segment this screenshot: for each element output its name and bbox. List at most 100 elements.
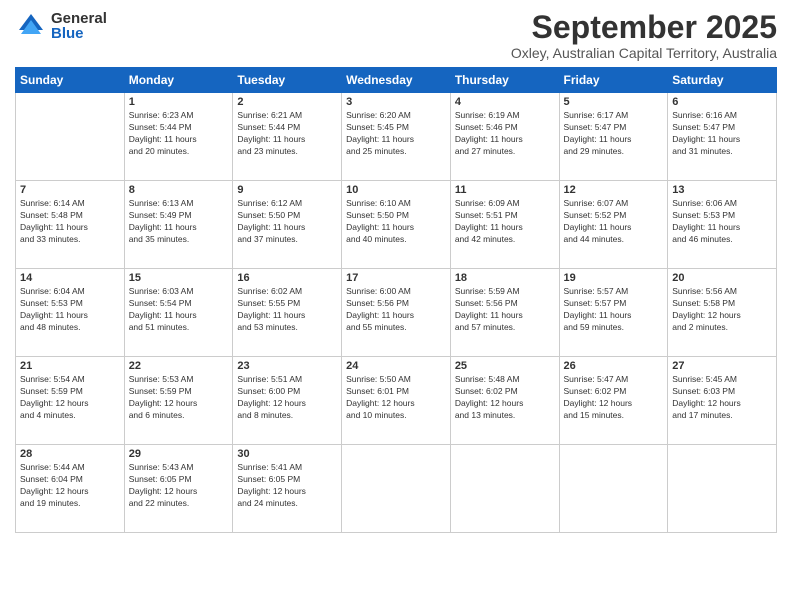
page: General Blue September 2025 Oxley, Austr… [0, 0, 792, 612]
day-number: 22 [129, 360, 229, 372]
day-number: 24 [346, 360, 446, 372]
day-info: Sunrise: 5:44 AM Sunset: 6:04 PM Dayligh… [20, 462, 120, 510]
day-info: Sunrise: 6:14 AM Sunset: 5:48 PM Dayligh… [20, 198, 120, 246]
day-info: Sunrise: 6:13 AM Sunset: 5:49 PM Dayligh… [129, 198, 229, 246]
table-row: 8 Sunrise: 6:13 AM Sunset: 5:49 PM Daylig… [124, 181, 233, 269]
day-info: Sunrise: 5:43 AM Sunset: 6:05 PM Dayligh… [129, 462, 229, 510]
table-row: 1 Sunrise: 6:23 AM Sunset: 5:44 PM Daylig… [124, 93, 233, 181]
day-info: Sunrise: 5:56 AM Sunset: 5:58 PM Dayligh… [672, 286, 772, 334]
table-row: 7 Sunrise: 6:14 AM Sunset: 5:48 PM Daylig… [16, 181, 125, 269]
table-row: 6Sunrise: 6:16 AM Sunset: 5:47 PM Daylig… [668, 93, 777, 181]
col-thursday: Thursday [450, 68, 559, 93]
day-number: 19 [564, 272, 664, 284]
month-title: September 2025 [511, 10, 777, 45]
day-number: 11 [455, 184, 555, 196]
day-info: Sunrise: 6:03 AM Sunset: 5:54 PM Dayligh… [129, 286, 229, 334]
day-info: Sunrise: 6:09 AM Sunset: 5:51 PM Dayligh… [455, 198, 555, 246]
table-row [668, 445, 777, 533]
day-number: 6 [672, 96, 772, 108]
day-number: 3 [346, 96, 446, 108]
day-number: 28 [20, 448, 120, 460]
logo-icon [15, 10, 47, 42]
day-info: Sunrise: 5:57 AM Sunset: 5:57 PM Dayligh… [564, 286, 664, 334]
day-number: 25 [455, 360, 555, 372]
day-number: 9 [237, 184, 337, 196]
table-row: 18Sunrise: 5:59 AM Sunset: 5:56 PM Dayli… [450, 269, 559, 357]
table-row: 12 Sunrise: 6:07 AM Sunset: 5:52 PM Dayli… [559, 181, 668, 269]
col-monday: Monday [124, 68, 233, 93]
day-number: 15 [129, 272, 229, 284]
day-info: Sunrise: 6:17 AM Sunset: 5:47 PM Dayligh… [564, 110, 664, 158]
table-row: 13 Sunrise: 6:06 AM Sunset: 5:53 PM Dayli… [668, 181, 777, 269]
day-number: 26 [564, 360, 664, 372]
day-info: Sunrise: 5:50 AM Sunset: 6:01 PM Dayligh… [346, 374, 446, 422]
header: General Blue September 2025 Oxley, Austr… [15, 10, 777, 61]
day-info: Sunrise: 5:48 AM Sunset: 6:02 PM Dayligh… [455, 374, 555, 422]
calendar-week-row: 21 Sunrise: 5:54 AM Sunset: 5:59 PM Dayli… [16, 357, 777, 445]
day-number: 2 [237, 96, 337, 108]
day-number: 12 [564, 184, 664, 196]
table-row: 16 Sunrise: 6:02 AM Sunset: 5:55 PM Dayli… [233, 269, 342, 357]
table-row: 4 Sunrise: 6:19 AM Sunset: 5:46 PM Daylig… [450, 93, 559, 181]
calendar-week-row: 14 Sunrise: 6:04 AM Sunset: 5:53 PM Dayli… [16, 269, 777, 357]
day-number: 16 [237, 272, 337, 284]
day-number: 7 [20, 184, 120, 196]
day-number: 4 [455, 96, 555, 108]
table-row: 3Sunrise: 6:20 AM Sunset: 5:45 PM Daylig… [342, 93, 451, 181]
day-number: 20 [672, 272, 772, 284]
calendar-week-row: 1 Sunrise: 6:23 AM Sunset: 5:44 PM Daylig… [16, 93, 777, 181]
table-row [16, 93, 125, 181]
day-number: 21 [20, 360, 120, 372]
day-info: Sunrise: 5:54 AM Sunset: 5:59 PM Dayligh… [20, 374, 120, 422]
table-row: 30Sunrise: 5:41 AM Sunset: 6:05 PM Dayli… [233, 445, 342, 533]
day-number: 29 [129, 448, 229, 460]
table-row: 21 Sunrise: 5:54 AM Sunset: 5:59 PM Dayli… [16, 357, 125, 445]
table-row: 26 Sunrise: 5:47 AM Sunset: 6:02 PM Dayli… [559, 357, 668, 445]
col-saturday: Saturday [668, 68, 777, 93]
calendar-week-row: 28 Sunrise: 5:44 AM Sunset: 6:04 PM Dayli… [16, 445, 777, 533]
day-number: 17 [346, 272, 446, 284]
day-number: 8 [129, 184, 229, 196]
subtitle: Oxley, Australian Capital Territory, Aus… [511, 45, 777, 61]
col-friday: Friday [559, 68, 668, 93]
day-info: Sunrise: 6:21 AM Sunset: 5:44 PM Dayligh… [237, 110, 337, 158]
table-row: 2 Sunrise: 6:21 AM Sunset: 5:44 PM Daylig… [233, 93, 342, 181]
day-number: 5 [564, 96, 664, 108]
table-row [559, 445, 668, 533]
day-info: Sunrise: 6:10 AM Sunset: 5:50 PM Dayligh… [346, 198, 446, 246]
title-block: September 2025 Oxley, Australian Capital… [511, 10, 777, 61]
table-row: 29 Sunrise: 5:43 AM Sunset: 6:05 PM Dayli… [124, 445, 233, 533]
table-row: 14 Sunrise: 6:04 AM Sunset: 5:53 PM Dayli… [16, 269, 125, 357]
day-info: Sunrise: 6:19 AM Sunset: 5:46 PM Dayligh… [455, 110, 555, 158]
day-info: Sunrise: 6:07 AM Sunset: 5:52 PM Dayligh… [564, 198, 664, 246]
table-row: 9Sunrise: 6:12 AM Sunset: 5:50 PM Daylig… [233, 181, 342, 269]
calendar-header-row: Sunday Monday Tuesday Wednesday Thursday… [16, 68, 777, 93]
table-row [342, 445, 451, 533]
day-info: Sunrise: 6:04 AM Sunset: 5:53 PM Dayligh… [20, 286, 120, 334]
table-row: 27Sunrise: 5:45 AM Sunset: 6:03 PM Dayli… [668, 357, 777, 445]
table-row: 23Sunrise: 5:51 AM Sunset: 6:00 PM Dayli… [233, 357, 342, 445]
day-info: Sunrise: 6:02 AM Sunset: 5:55 PM Dayligh… [237, 286, 337, 334]
day-info: Sunrise: 6:06 AM Sunset: 5:53 PM Dayligh… [672, 198, 772, 246]
col-wednesday: Wednesday [342, 68, 451, 93]
calendar-week-row: 7 Sunrise: 6:14 AM Sunset: 5:48 PM Daylig… [16, 181, 777, 269]
day-number: 1 [129, 96, 229, 108]
day-number: 30 [237, 448, 337, 460]
day-info: Sunrise: 5:53 AM Sunset: 5:59 PM Dayligh… [129, 374, 229, 422]
table-row: 19 Sunrise: 5:57 AM Sunset: 5:57 PM Dayli… [559, 269, 668, 357]
day-info: Sunrise: 5:45 AM Sunset: 6:03 PM Dayligh… [672, 374, 772, 422]
day-info: Sunrise: 6:23 AM Sunset: 5:44 PM Dayligh… [129, 110, 229, 158]
day-number: 10 [346, 184, 446, 196]
day-number: 14 [20, 272, 120, 284]
table-row: 15 Sunrise: 6:03 AM Sunset: 5:54 PM Dayli… [124, 269, 233, 357]
table-row: 25 Sunrise: 5:48 AM Sunset: 6:02 PM Dayli… [450, 357, 559, 445]
table-row: 28 Sunrise: 5:44 AM Sunset: 6:04 PM Dayli… [16, 445, 125, 533]
day-info: Sunrise: 5:47 AM Sunset: 6:02 PM Dayligh… [564, 374, 664, 422]
day-info: Sunrise: 6:00 AM Sunset: 5:56 PM Dayligh… [346, 286, 446, 334]
col-tuesday: Tuesday [233, 68, 342, 93]
day-number: 13 [672, 184, 772, 196]
logo-blue-text: Blue [51, 26, 107, 41]
table-row: 17 Sunrise: 6:00 AM Sunset: 5:56 PM Dayli… [342, 269, 451, 357]
table-row: 10 Sunrise: 6:10 AM Sunset: 5:50 PM Dayli… [342, 181, 451, 269]
table-row: 20 Sunrise: 5:56 AM Sunset: 5:58 PM Dayli… [668, 269, 777, 357]
